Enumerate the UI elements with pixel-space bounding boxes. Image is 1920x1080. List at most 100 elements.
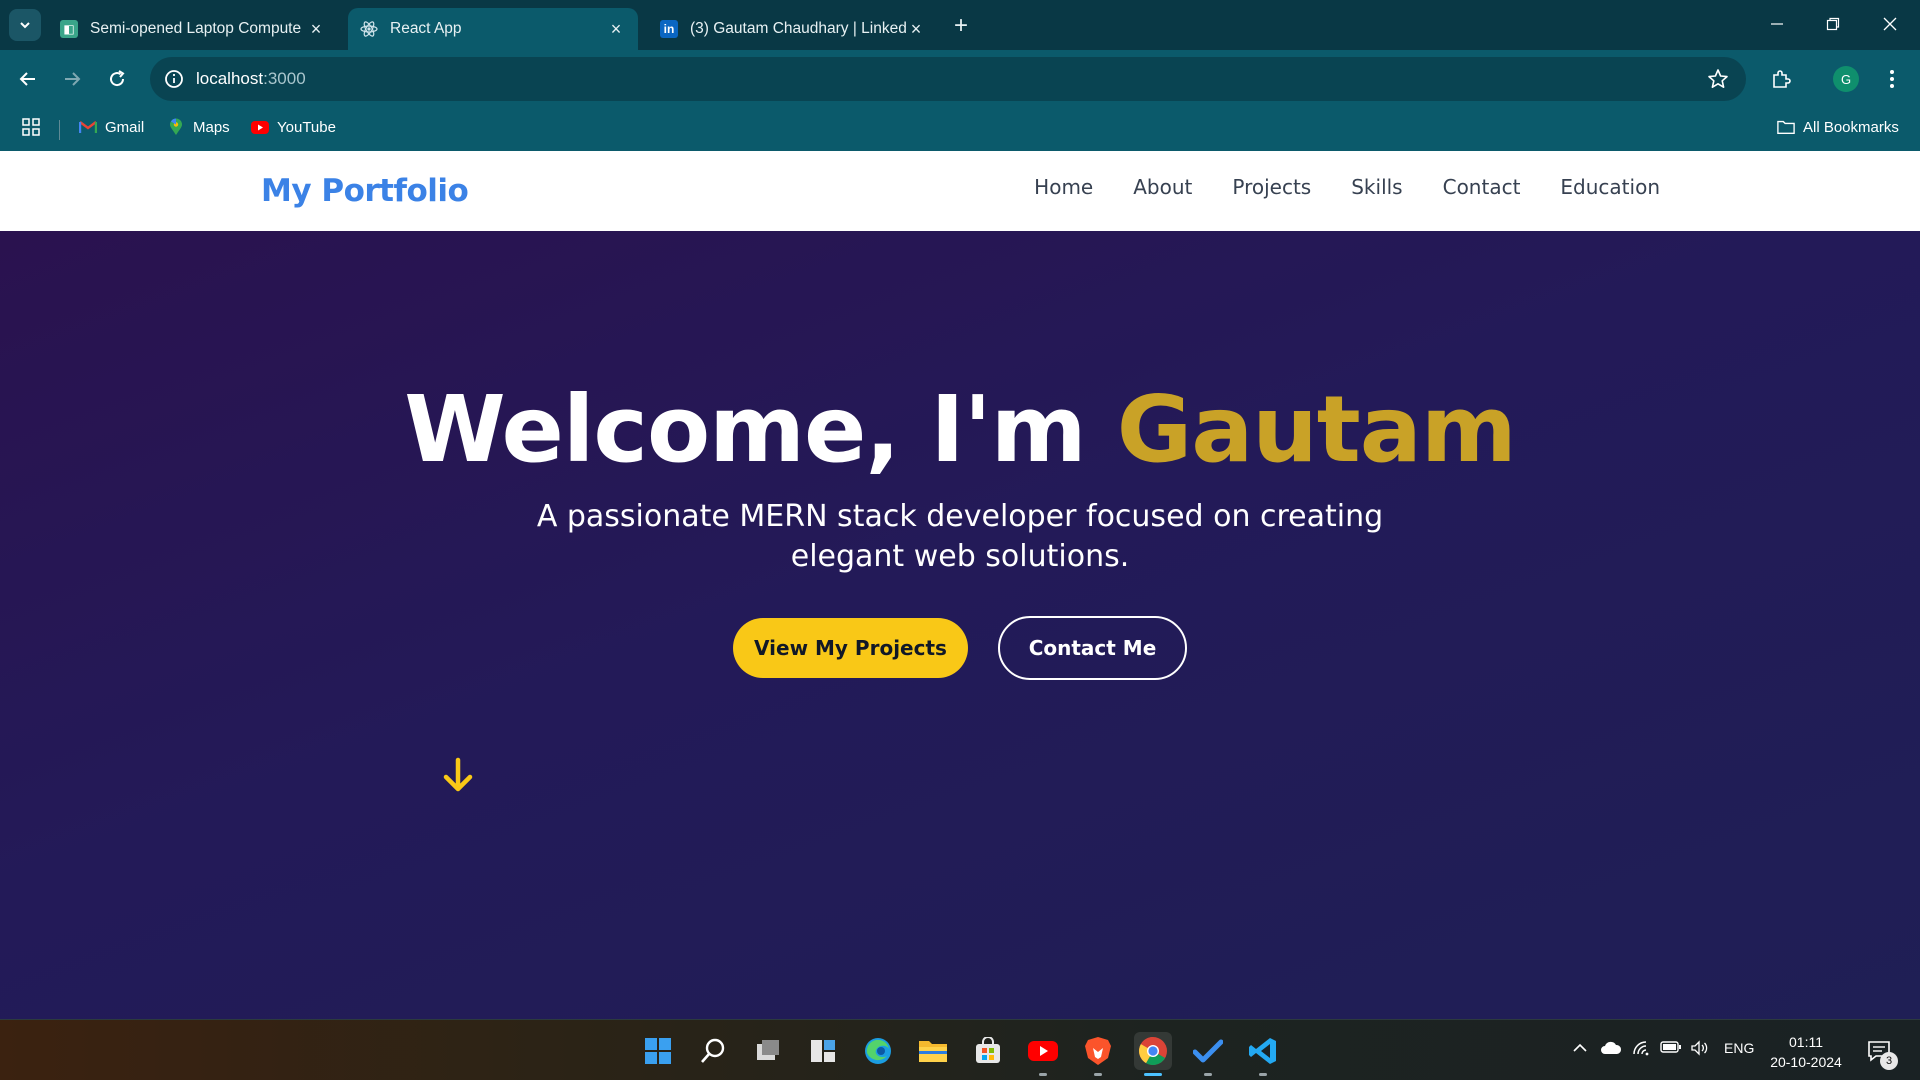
hero-section: Welcome, I'm Gautam A passionate MERN st… — [0, 231, 1920, 1019]
nav-projects[interactable]: Projects — [1232, 175, 1311, 199]
maps-icon — [167, 118, 185, 136]
task-view-icon — [757, 1040, 779, 1060]
address-bar[interactable]: localhost:3000 — [150, 57, 1746, 101]
widgets-button[interactable] — [804, 1032, 842, 1070]
close-icon[interactable]: × — [306, 19, 326, 39]
tab-semi-opened-laptop[interactable]: ◧ Semi-opened Laptop Compute × — [48, 8, 338, 50]
forward-arrow-icon — [65, 72, 81, 86]
minimize-icon — [1771, 23, 1783, 25]
close-icon — [1883, 17, 1897, 31]
minimize-button[interactable] — [1757, 8, 1797, 40]
reload-button[interactable] — [101, 63, 133, 95]
battery-button[interactable] — [1660, 1040, 1682, 1054]
nav-contact[interactable]: Contact — [1443, 175, 1521, 199]
file-explorer-icon — [919, 1041, 947, 1062]
youtube-app-icon — [1028, 1041, 1058, 1061]
url-text[interactable]: localhost:3000 — [196, 69, 306, 89]
back-button[interactable] — [12, 63, 44, 95]
taskbar-chrome[interactable] — [1134, 1032, 1172, 1076]
page-viewport: My Portfolio Home About Projects Skills … — [0, 151, 1920, 1019]
nav-home[interactable]: Home — [1034, 175, 1093, 199]
forward-button[interactable] — [56, 63, 88, 95]
puzzle-icon — [1773, 70, 1791, 88]
folder-icon — [1777, 118, 1795, 136]
speaker-icon — [1691, 1040, 1708, 1056]
taskbar-youtube[interactable] — [1024, 1032, 1062, 1076]
wifi-icon — [1633, 1041, 1649, 1056]
cloud-icon — [1601, 1041, 1622, 1054]
taskbar-vscode[interactable] — [1244, 1032, 1282, 1076]
close-icon[interactable]: × — [906, 19, 926, 39]
tab-title: (3) Gautam Chaudhary | LinkedI — [690, 20, 906, 37]
profile-button[interactable]: G — [1830, 63, 1862, 95]
store-icon — [976, 1037, 1000, 1063]
bookmarks-bar: Gmail Maps YouTube All Bookmarks — [0, 108, 1920, 151]
tab-strip: ◧ Semi-opened Laptop Compute × React App… — [0, 0, 1920, 50]
taskbar-clock[interactable]: 01:11 20-10-2024 — [1768, 1032, 1844, 1072]
image-favicon-icon: ◧ — [60, 20, 78, 38]
apps-grid-icon — [22, 118, 40, 136]
language-indicator[interactable]: ENG — [1724, 1040, 1754, 1056]
search-icon — [701, 1038, 725, 1063]
contact-me-button[interactable]: Contact Me — [998, 616, 1187, 680]
extensions-button[interactable] — [1765, 63, 1797, 95]
notification-badge: 3 — [1880, 1052, 1898, 1070]
taskbar-file-explorer[interactable] — [914, 1032, 952, 1070]
task-view-button[interactable] — [749, 1032, 787, 1070]
bookmark-star-icon[interactable] — [1706, 67, 1730, 91]
arrow-down-icon[interactable] — [440, 756, 476, 796]
avatar: G — [1833, 66, 1859, 92]
running-indicator — [1259, 1073, 1267, 1076]
tab-linkedin[interactable]: in (3) Gautam Chaudhary | LinkedI × — [648, 8, 938, 50]
bookmark-separator — [59, 120, 60, 140]
bookmark-maps[interactable]: Maps — [167, 118, 230, 136]
apps-button[interactable] — [22, 118, 40, 136]
bookmark-label: Gmail — [105, 118, 145, 136]
battery-icon — [1660, 1041, 1681, 1053]
windows-taskbar: ENG 01:11 20-10-2024 3 — [0, 1019, 1920, 1080]
bookmark-youtube[interactable]: YouTube — [251, 118, 336, 136]
volume-button[interactable] — [1690, 1040, 1710, 1056]
react-favicon-icon — [360, 20, 378, 38]
edge-icon — [865, 1038, 891, 1064]
clock-date: 20-10-2024 — [1770, 1054, 1842, 1070]
bookmark-gmail[interactable]: Gmail — [79, 118, 144, 136]
tab-search-button[interactable] — [9, 9, 41, 41]
taskbar-store[interactable] — [969, 1032, 1007, 1070]
running-indicator — [1094, 1073, 1102, 1076]
tab-react-app[interactable]: React App × — [348, 8, 638, 50]
taskbar-todo[interactable] — [1189, 1032, 1227, 1076]
wifi-button[interactable] — [1632, 1040, 1652, 1056]
nav-about[interactable]: About — [1133, 175, 1192, 199]
reload-icon — [110, 70, 125, 87]
taskbar-brave[interactable] — [1079, 1032, 1117, 1076]
chrome-menu-button[interactable] — [1876, 63, 1908, 95]
chevron-up-icon — [1573, 1043, 1587, 1052]
vscode-icon — [1249, 1038, 1276, 1064]
nav-links: Home About Projects Skills Contact Educa… — [1034, 175, 1660, 199]
tab-title: React App — [390, 20, 462, 37]
all-bookmarks-button[interactable]: All Bookmarks — [1777, 118, 1899, 136]
close-icon[interactable]: × — [606, 19, 626, 39]
browser-toolbar: localhost:3000 G — [0, 50, 1920, 108]
running-indicator — [1144, 1073, 1162, 1076]
nav-skills[interactable]: Skills — [1351, 175, 1402, 199]
view-projects-button[interactable]: View My Projects — [733, 618, 968, 678]
running-indicator — [1204, 1073, 1212, 1076]
tray-overflow-button[interactable] — [1572, 1040, 1588, 1056]
info-icon[interactable] — [162, 67, 186, 91]
site-brand[interactable]: My Portfolio — [261, 173, 469, 209]
hero-title: Welcome, I'm Gautam — [404, 376, 1516, 483]
start-button[interactable] — [639, 1032, 677, 1070]
taskbar-search[interactable] — [694, 1032, 732, 1070]
site-navbar: My Portfolio Home About Projects Skills … — [0, 151, 1920, 231]
taskbar-edge[interactable] — [859, 1032, 897, 1070]
clock-time: 01:11 — [1789, 1034, 1823, 1050]
restore-button[interactable] — [1813, 8, 1853, 40]
onedrive-button[interactable] — [1600, 1040, 1622, 1056]
brave-icon — [1085, 1037, 1111, 1065]
nav-education[interactable]: Education — [1560, 175, 1660, 199]
new-tab-button[interactable]: + — [948, 12, 974, 39]
running-indicator — [1039, 1073, 1047, 1076]
close-window-button[interactable] — [1870, 8, 1910, 40]
